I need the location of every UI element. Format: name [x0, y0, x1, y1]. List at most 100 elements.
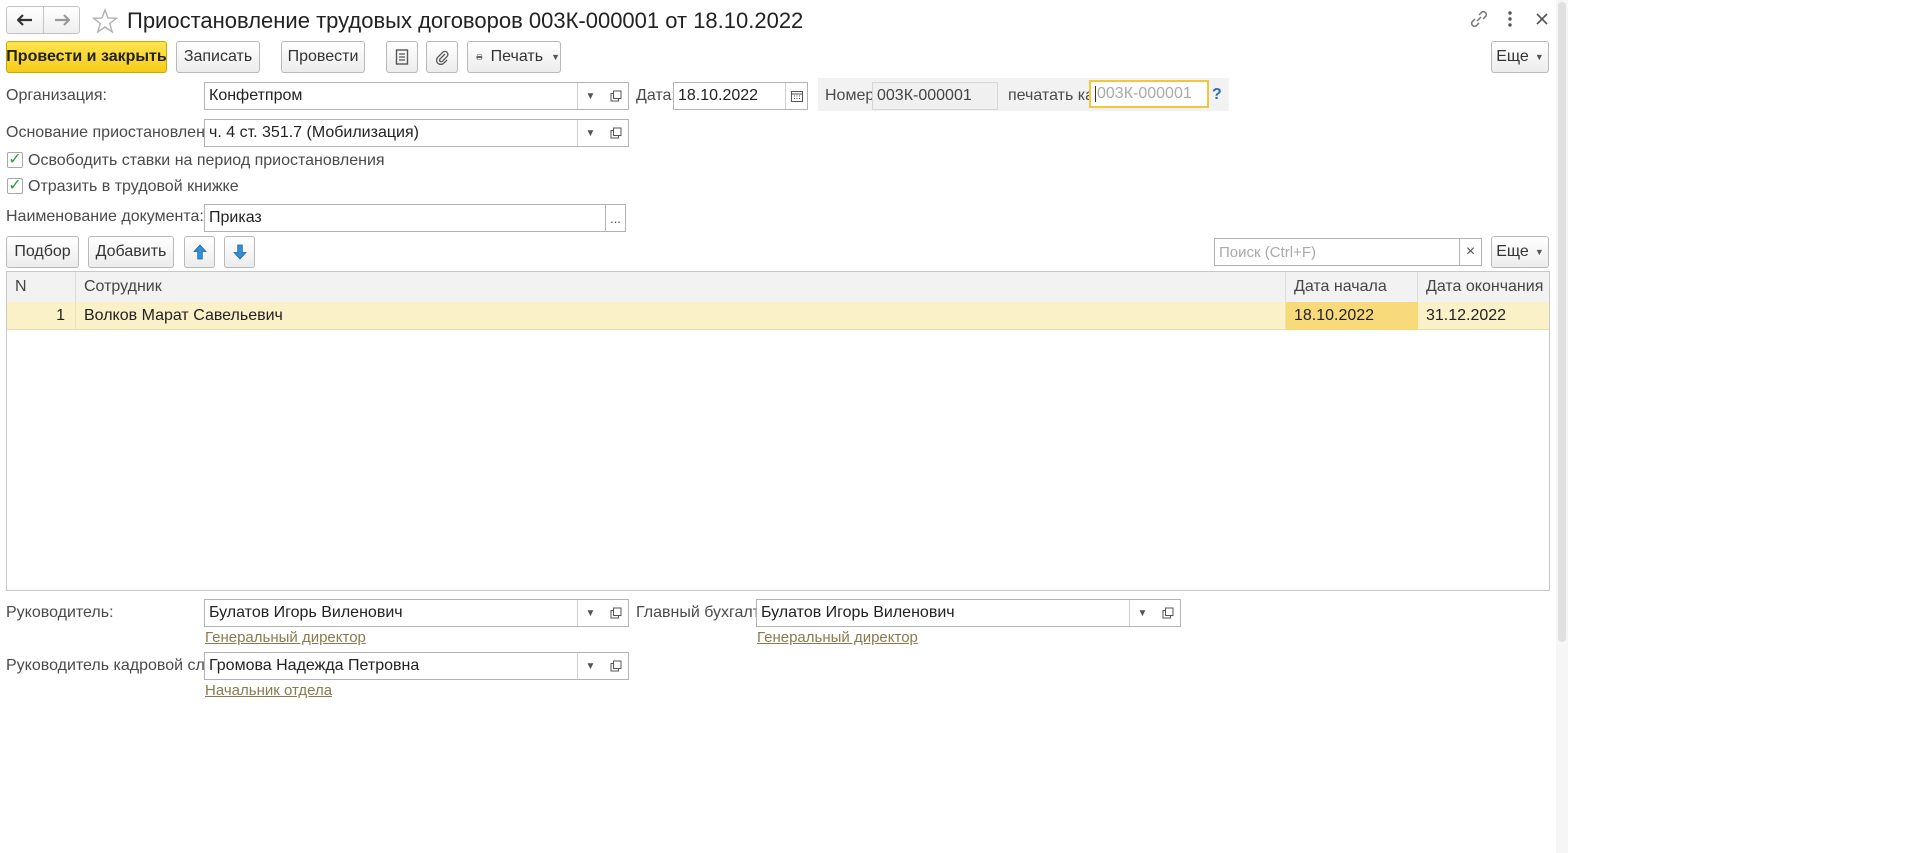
more-vertical-icon[interactable] [1504, 10, 1516, 28]
column-header-start-date[interactable]: Дата начала [1286, 272, 1418, 302]
arrow-up-icon [192, 244, 207, 260]
more-label: Еще [1496, 48, 1529, 65]
save-button[interactable]: Записать [176, 41, 260, 73]
org-value: Конфетпром [209, 87, 303, 104]
chief-accountant-dropdown-button[interactable]: ▼ [1129, 600, 1155, 626]
hr-head-open-button[interactable] [603, 652, 629, 680]
hr-head-field[interactable]: Громова Надежда Петровна ▼ [204, 652, 604, 680]
move-up-button[interactable] [184, 236, 215, 268]
vertical-scrollbar[interactable] [1556, 0, 1568, 853]
chief-accountant-open-button[interactable] [1155, 599, 1181, 627]
chief-accountant-position-link[interactable]: Генеральный директор [757, 629, 918, 646]
open-window-icon [610, 127, 621, 139]
forward-button[interactable] [44, 7, 80, 33]
doc-name-value: Приказ [209, 209, 262, 226]
cell-end-date: 31.12.2022 [1426, 307, 1507, 324]
table-header: N Сотрудник Дата начала Дата окончания [7, 272, 1549, 303]
head-position-link[interactable]: Генеральный директор [205, 629, 366, 646]
clear-icon: × [1465, 243, 1476, 260]
workbook-label: Отразить в трудовой книжке [28, 178, 239, 195]
hr-head-dropdown-button[interactable]: ▼ [577, 653, 603, 679]
print-button[interactable]: Печать ▼ [467, 41, 561, 73]
chevron-down-icon: ▼ [585, 127, 596, 139]
release-rates-label: Освободить ставки на период приостановле… [28, 152, 385, 169]
document-list-icon [395, 49, 409, 65]
release-rates-checkbox[interactable]: ✓ [7, 152, 23, 168]
cell-start-date[interactable]: 18.10.2022 [1286, 302, 1418, 330]
head-dropdown-button[interactable]: ▼ [577, 600, 603, 626]
calendar-button[interactable] [785, 83, 807, 109]
arrow-left-icon [17, 14, 32, 26]
org-label: Организация: [6, 87, 107, 104]
open-window-icon [610, 607, 621, 619]
doc-name-field[interactable]: Приказ [204, 204, 606, 232]
text-cursor [1095, 86, 1096, 102]
print-as-input[interactable]: 003К-000001 [1089, 80, 1209, 108]
basis-open-button[interactable] [603, 119, 629, 147]
paperclip-icon [435, 50, 449, 65]
chevron-down-icon: ▼ [585, 90, 596, 102]
calendar-icon [790, 91, 803, 102]
hr-head-position-link[interactable]: Начальник отдела [205, 682, 332, 699]
chief-accountant-value: Булатов Игорь Виленович [761, 604, 955, 621]
more-actions-button[interactable]: Еще ▼ [1491, 41, 1549, 73]
table-row[interactable]: 1 Волков Марат Савельевич 18.10.2022 31.… [7, 302, 1549, 330]
basis-field[interactable]: ч. 4 ст. 351.7 (Мобилизация) ▼ [204, 119, 604, 147]
date-field[interactable]: 18.10.2022 [673, 82, 808, 110]
chevron-down-icon: ▼ [551, 52, 560, 62]
chief-accountant-field[interactable]: Булатов Игорь Виленович ▼ [756, 599, 1156, 627]
pick-button[interactable]: Подбор [6, 236, 79, 268]
table-more-button[interactable]: Еще ▼ [1491, 236, 1549, 268]
cell-employee: Волков Марат Савельевич [76, 302, 1286, 330]
search-placeholder: Поиск (Ctrl+F) [1219, 243, 1316, 261]
org-open-button[interactable] [603, 82, 629, 110]
link-icon[interactable] [1469, 10, 1489, 28]
print-as-placeholder: 003К-000001 [1097, 85, 1192, 102]
org-field[interactable]: Конфетпром ▼ [204, 82, 604, 110]
back-button[interactable] [7, 7, 44, 33]
head-label: Руководитель: [6, 604, 114, 621]
workbook-checkbox[interactable]: ✓ [7, 178, 23, 194]
column-header-end-date[interactable]: Дата окончания [1418, 272, 1549, 302]
star-icon[interactable] [92, 8, 118, 34]
head-value: Булатов Игорь Виленович [209, 604, 403, 621]
open-window-icon [1162, 607, 1173, 619]
head-field[interactable]: Булатов Игорь Виленович ▼ [204, 599, 604, 627]
chevron-down-icon: ▼ [1534, 52, 1544, 62]
ellipsis-icon: ... [610, 210, 621, 226]
chevron-down-icon: ▼ [1534, 247, 1544, 257]
cell-n: 1 [7, 302, 76, 330]
search-clear-button[interactable]: × [1459, 238, 1482, 266]
post-button[interactable]: Провести [281, 41, 365, 73]
chevron-down-icon: ▼ [585, 607, 596, 619]
arrow-right-icon [55, 14, 70, 26]
date-value: 18.10.2022 [678, 87, 759, 104]
basis-dropdown-button[interactable]: ▼ [577, 120, 603, 146]
chevron-down-icon: ▼ [585, 660, 596, 672]
chevron-down-icon: ▼ [1137, 607, 1148, 619]
page-title: Приостановление трудовых договоров 003К-… [127, 8, 804, 33]
column-header-n[interactable]: N [7, 272, 76, 302]
basis-label: Основание приостановления: [6, 124, 227, 141]
basis-value: ч. 4 ст. 351.7 (Мобилизация) [209, 124, 419, 141]
date-label: Дата: [636, 87, 676, 104]
org-dropdown-button[interactable]: ▼ [577, 83, 603, 109]
scrollbar-thumb[interactable] [1558, 2, 1566, 642]
move-down-button[interactable] [224, 236, 255, 268]
doc-name-select-button[interactable]: ... [605, 204, 626, 232]
more-label: Еще [1496, 243, 1529, 260]
arrow-down-icon [232, 244, 247, 260]
print-label: Печать [490, 48, 544, 65]
close-icon[interactable] [1535, 12, 1549, 26]
search-input[interactable]: Поиск (Ctrl+F) [1214, 238, 1460, 266]
help-link[interactable]: ? [1212, 86, 1222, 104]
hr-head-value: Громова Надежда Петровна [209, 657, 420, 674]
number-value: 003К-000001 [877, 87, 972, 104]
post-and-close-button[interactable]: Провести и закрыть [6, 41, 167, 73]
column-header-employee[interactable]: Сотрудник [76, 272, 1286, 302]
attachment-button[interactable] [426, 41, 458, 73]
add-button[interactable]: Добавить [88, 236, 174, 268]
printer-icon [476, 54, 483, 60]
head-open-button[interactable] [603, 599, 629, 627]
document-list-button[interactable] [386, 41, 418, 73]
